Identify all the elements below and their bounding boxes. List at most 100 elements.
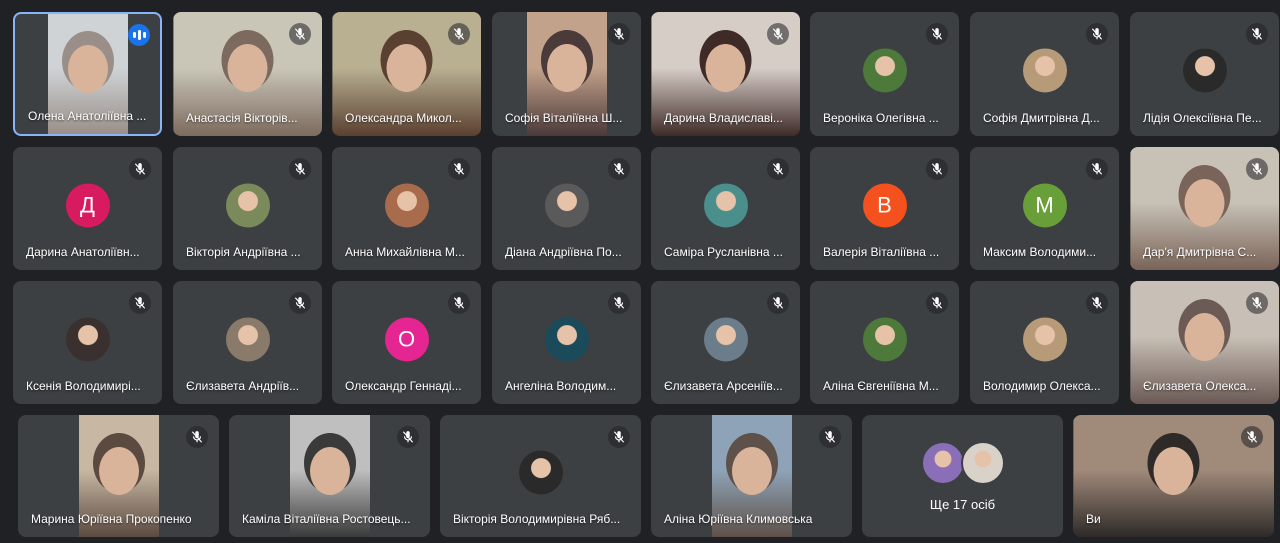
- participant-tile[interactable]: Олександра Микол...: [332, 12, 481, 136]
- mic-off-icon: [608, 23, 630, 45]
- participant-face: [1153, 446, 1194, 495]
- participant-face: [705, 44, 746, 93]
- participant-tile[interactable]: Аліна Євгеніївна М...: [810, 281, 959, 404]
- more-participants-tile[interactable]: Ще 17 осіб: [862, 415, 1063, 537]
- participant-tile[interactable]: Діана Андріївна По...: [492, 147, 641, 270]
- participant-name: Єлизавета Олекса...: [1143, 379, 1257, 393]
- participant-face: [731, 446, 772, 495]
- participant-name: Софія Дмитрівна Д...: [983, 111, 1100, 125]
- participant-tile[interactable]: Софія Дмитрівна Д...: [970, 12, 1119, 136]
- mic-off-icon: [1086, 292, 1108, 314]
- participant-name: Дарина Владиславі...: [664, 111, 783, 125]
- participant-name: Аліна Євгеніївна М...: [823, 379, 939, 393]
- mic-off-icon: [767, 158, 789, 180]
- avatar: [703, 182, 748, 227]
- participant-name: Максим Володими...: [983, 245, 1097, 259]
- participant-name: Вікторія Володимирівна Ряб...: [453, 512, 621, 526]
- participant-tile[interactable]: Єлизавета Олекса...: [1130, 281, 1279, 404]
- mic-off-icon: [1086, 23, 1108, 45]
- participant-tile[interactable]: Вікторія Андріївна ...: [173, 147, 322, 270]
- participant-name: Ксенія Володимирі...: [26, 379, 141, 393]
- participant-tile[interactable]: Вероніка Олегівна ...: [810, 12, 959, 136]
- mic-off-icon: [1246, 292, 1268, 314]
- self-tile[interactable]: Ви: [1073, 415, 1274, 537]
- participant-name: Саміра Русланівна ...: [664, 245, 783, 259]
- participant-tile[interactable]: Анна Михайлівна М...: [332, 147, 481, 270]
- participant-tile[interactable]: Єлизавета Арсеніїв...: [651, 281, 800, 404]
- participant-name: Олена Анатоліївна ...: [28, 109, 147, 123]
- participant-tile[interactable]: Вікторія Володимирівна Ряб...: [440, 415, 641, 537]
- avatar: [862, 48, 907, 93]
- participant-name: Софія Віталіївна Ш...: [505, 111, 623, 125]
- participant-tile[interactable]: Д Дарина Анатоліївн...: [13, 147, 162, 270]
- participant-tile[interactable]: Софія Віталіївна Ш...: [492, 12, 641, 136]
- participant-face: [1184, 178, 1225, 227]
- participant-tile[interactable]: Ангеліна Володим...: [492, 281, 641, 404]
- mic-off-icon: [926, 23, 948, 45]
- participant-name: Анна Михайлівна М...: [345, 245, 465, 259]
- participant-tile[interactable]: Марина Юріївна Прокопенко: [18, 415, 219, 537]
- participant-name: Марина Юріївна Прокопенко: [31, 512, 192, 526]
- participant-tile[interactable]: Ксенія Володимирі...: [13, 281, 162, 404]
- avatar-letter: Д: [65, 182, 110, 227]
- participant-tile[interactable]: Лідія Олексіївна Пе...: [1130, 12, 1279, 136]
- participant-face: [67, 45, 108, 94]
- participant-name: Ангеліна Володим...: [505, 379, 617, 393]
- avatar-letter: В: [862, 182, 907, 227]
- participant-name: Дар'я Дмитрівна С...: [1143, 245, 1257, 259]
- participant-face: [1184, 312, 1225, 361]
- participant-tile[interactable]: В Валерія Віталіївна ...: [810, 147, 959, 270]
- mic-off-icon: [926, 158, 948, 180]
- participant-name: Лідія Олексіївна Пе...: [1143, 111, 1262, 125]
- mic-off-icon: [819, 426, 841, 448]
- participant-name: Володимир Олекса...: [983, 379, 1101, 393]
- mic-off-icon: [926, 292, 948, 314]
- avatar-letter: М: [1022, 182, 1067, 227]
- participant-name: Анастасія Вікторів...: [186, 111, 298, 125]
- mic-off-icon: [448, 158, 470, 180]
- participant-tile[interactable]: Олена Анатоліївна ...: [13, 12, 162, 136]
- participant-tile[interactable]: О Олександр Геннаді...: [332, 281, 481, 404]
- mic-off-icon: [129, 158, 151, 180]
- participant-tile[interactable]: Володимир Олекса...: [970, 281, 1119, 404]
- avatar: [960, 441, 1005, 485]
- participant-tile[interactable]: М Максим Володими...: [970, 147, 1119, 270]
- participant-tile[interactable]: Єлизавета Андріїв...: [173, 281, 322, 404]
- participant-tile[interactable]: Каміла Віталіївна Ростовець...: [229, 415, 430, 537]
- audio-level-icon: [128, 24, 150, 46]
- participant-name: Діана Андріївна По...: [505, 245, 622, 259]
- avatar: [862, 316, 907, 361]
- mic-off-icon: [608, 158, 630, 180]
- participant-tile[interactable]: Дарина Владиславі...: [651, 12, 800, 136]
- avatar: [65, 316, 110, 361]
- avatar: [920, 441, 965, 485]
- participant-face: [309, 446, 350, 495]
- participant-face: [227, 44, 268, 93]
- participant-tile[interactable]: Саміра Русланівна ...: [651, 147, 800, 270]
- avatar: [384, 182, 429, 227]
- participant-tile[interactable]: Анастасія Вікторів...: [173, 12, 322, 136]
- mic-off-icon: [448, 292, 470, 314]
- more-avatars: [920, 441, 1005, 485]
- participant-tile[interactable]: Аліна Юріївна Климовська: [651, 415, 852, 537]
- participant-name: Валерія Віталіївна ...: [823, 245, 940, 259]
- avatar: [544, 182, 589, 227]
- avatar: [703, 316, 748, 361]
- participant-name: Ви: [1086, 512, 1101, 526]
- avatar: [518, 450, 563, 495]
- participant-name: Олександр Геннаді...: [345, 379, 462, 393]
- mic-off-icon: [397, 426, 419, 448]
- participant-tile[interactable]: Дар'я Дмитрівна С...: [1130, 147, 1279, 270]
- avatar: [225, 316, 270, 361]
- mic-off-icon: [448, 23, 470, 45]
- participant-name: Дарина Анатоліївн...: [26, 245, 140, 259]
- mic-off-icon: [1241, 426, 1263, 448]
- participant-name: Вероніка Олегівна ...: [823, 111, 939, 125]
- participant-face: [386, 44, 427, 93]
- avatar: [1182, 48, 1227, 93]
- mic-off-icon: [767, 23, 789, 45]
- participant-name: Єлизавета Андріїв...: [186, 379, 300, 393]
- mic-off-icon: [1246, 23, 1268, 45]
- mic-off-icon: [767, 292, 789, 314]
- participant-name: Аліна Юріївна Климовська: [664, 512, 813, 526]
